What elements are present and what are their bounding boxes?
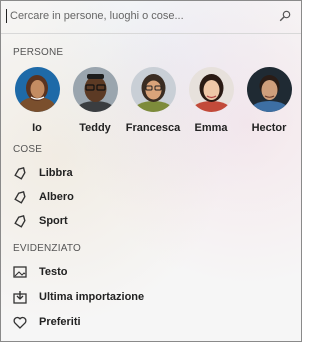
person-name: Francesca bbox=[125, 122, 181, 134]
tag-icon bbox=[13, 166, 27, 180]
search-input[interactable] bbox=[6, 9, 276, 23]
thing-item-libbra[interactable]: Libbra bbox=[13, 165, 73, 181]
avatar bbox=[72, 67, 118, 112]
import-icon bbox=[13, 290, 27, 304]
person-francesca[interactable]: Francesca bbox=[123, 67, 183, 134]
thing-label: Albero bbox=[39, 191, 74, 203]
avatar bbox=[130, 67, 176, 112]
highlight-item-preferiti[interactable]: Preferiti bbox=[13, 314, 81, 330]
search-icon bbox=[279, 10, 291, 22]
thing-item-albero[interactable]: Albero bbox=[13, 189, 74, 205]
search-button[interactable] bbox=[276, 7, 294, 25]
highlight-label: Testo bbox=[39, 266, 68, 278]
people-list: Io Teddy Francesca Emma Hector bbox=[1, 67, 301, 137]
person-teddy[interactable]: Teddy bbox=[65, 67, 125, 134]
person-name: Io bbox=[32, 122, 42, 134]
highlight-item-ultima-importazione[interactable]: Ultima importazione bbox=[13, 289, 144, 305]
person-io[interactable]: Io bbox=[7, 67, 67, 134]
search-divider bbox=[1, 33, 301, 34]
avatar bbox=[188, 67, 234, 112]
person-hector[interactable]: Hector bbox=[239, 67, 299, 134]
avatar bbox=[14, 67, 60, 112]
image-icon bbox=[13, 265, 27, 279]
person-name: Teddy bbox=[79, 122, 111, 134]
people-section-title: PERSONE bbox=[13, 47, 64, 58]
thing-item-sport[interactable]: Sport bbox=[13, 213, 68, 229]
heart-icon bbox=[13, 315, 27, 329]
highlight-label: Preferiti bbox=[39, 316, 81, 328]
thing-label: Sport bbox=[39, 215, 68, 227]
highlight-label: Ultima importazione bbox=[39, 291, 145, 303]
person-emma[interactable]: Emma bbox=[181, 67, 241, 134]
tag-icon bbox=[13, 214, 27, 228]
things-section-title: COSE bbox=[13, 144, 43, 155]
search-panel: PERSONE Io bbox=[0, 0, 302, 342]
person-name: Hector bbox=[251, 122, 287, 134]
search-bar bbox=[6, 5, 296, 27]
thing-label: Libbra bbox=[39, 167, 73, 179]
person-name: Emma bbox=[194, 122, 228, 134]
highlight-item-testo[interactable]: Testo bbox=[13, 264, 68, 280]
highlight-section-title: EVIDENZIATO bbox=[13, 243, 81, 254]
avatar bbox=[246, 67, 292, 112]
tag-icon bbox=[13, 190, 27, 204]
